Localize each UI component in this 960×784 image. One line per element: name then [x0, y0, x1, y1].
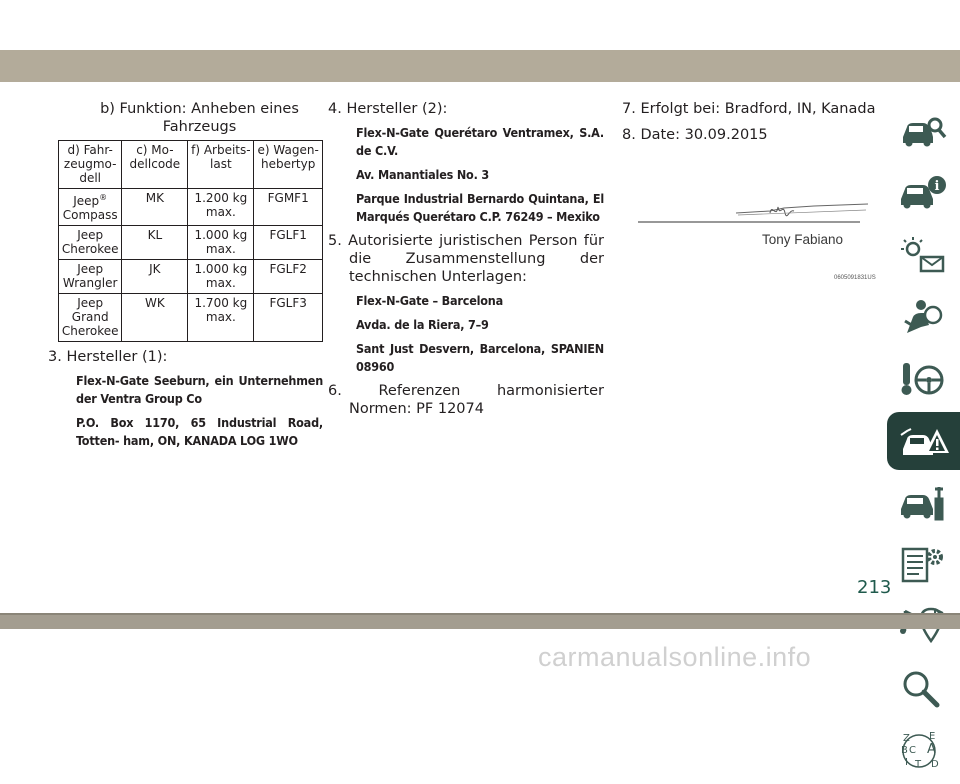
manufacturer-2-address: Parque Industrial Bernardo Quintana, El … [356, 191, 604, 224]
item-8: 8. Date: 30.09.2015 [622, 127, 768, 143]
tab-key-steering[interactable] [887, 350, 960, 408]
table-row: Jeep Grand Cherokee WK 1.700 kg max. FGL… [57, 293, 323, 342]
table-caption: b) Funktion: Anheben eines Fahrzeugs [100, 101, 299, 135]
search-icon [903, 671, 940, 708]
cell-load: 1.200 kg max. [187, 188, 255, 226]
chapter-tabs: i Z E B A C I T D [887, 102, 960, 784]
tab-car-wrench[interactable] [887, 474, 960, 532]
letter-c: C [909, 745, 916, 756]
table-header-row: d) Fahr- zeugmo- dell c) Mo- dellcode f)… [57, 140, 323, 189]
cell-code: KL [121, 225, 189, 260]
top-header-band [0, 50, 960, 82]
item-5-heading: 5. Autorisierte juristischen Person für … [328, 233, 604, 285]
item-7: 7. Erfolgt bei: Bradford, IN, Kanada [622, 101, 876, 117]
item-4-heading: 4. Hersteller (2): [328, 101, 448, 117]
tab-list-gear[interactable] [887, 536, 960, 594]
tab-alphabet-index[interactable]: Z E B A C I T D [887, 722, 960, 780]
tab-car-info[interactable]: i [887, 164, 960, 222]
airbag-person-icon [904, 300, 943, 333]
tab-airbag-person[interactable] [887, 288, 960, 346]
cell-model: Jeep Cherokee [57, 225, 123, 260]
legal-entity-street: Avda. de la Riera, 7–9 [356, 317, 489, 332]
manufacturer-1-address: P.O. Box 1170, 65 Industrial Road, Totte… [76, 415, 323, 448]
table-row: Jeep Wrangler JK 1.000 kg max. FGLF2 [57, 259, 323, 294]
key-steering-wheel-icon [901, 363, 944, 395]
header-load: f) Arbeits- last [187, 140, 255, 189]
svg-text:i: i [935, 179, 940, 194]
list-gear-icon [901, 547, 943, 583]
cell-code: WK [121, 293, 189, 342]
table-row: Jeep Cherokee KL 1.000 kg max. FGLF1 [57, 225, 323, 260]
letter-b: B [901, 745, 908, 756]
manufacturer-2-name: Flex-N-Gate Querétaro Ventramex, S.A. de… [356, 125, 604, 158]
car-wrench-icon [901, 487, 944, 521]
header-code: c) Mo- dellcode [121, 140, 189, 189]
cell-type: FGLF1 [253, 225, 323, 260]
cell-load: 1.000 kg max. [187, 225, 255, 260]
signature-code: 0605091831US [834, 275, 876, 281]
header-type: e) Wagen- hebertyp [253, 140, 323, 189]
manufacturer-2-street: Av. Manantiales No. 3 [356, 167, 489, 182]
cell-load: 1.000 kg max. [187, 259, 255, 294]
column-2: 4. Hersteller (2): Flex-N-Gate Querétaro… [328, 100, 604, 424]
watermark: carmanualsonline.info [538, 642, 812, 672]
car-hazard-icon [900, 428, 949, 455]
signature-block: Tony Fabiano 0605091831US [638, 195, 878, 290]
column-1: b) Funktion: Anheben eines Fahrzeugs d) … [48, 100, 323, 456]
legal-entity-name: Flex-N-Gate – Barcelona [356, 293, 504, 308]
table-row: Jeep® Compass MK 1.200 kg max. FGMF1 [57, 188, 323, 226]
cell-type: FGLF2 [253, 259, 323, 294]
cell-model: Jeep Wrangler [57, 259, 123, 294]
signature-name: Tony Fabiano [762, 232, 844, 247]
jack-spec-table: d) Fahr- zeugmo- dell c) Mo- dellcode f)… [57, 140, 323, 342]
cell-code: MK [121, 188, 189, 226]
signature-line [638, 203, 869, 223]
car-magnifier-icon [903, 117, 947, 147]
legal-entity-address: Sant Just Desvern, Barcelona, SPANIEN 08… [356, 341, 604, 374]
item-6-heading: 6. Referenzen harmonisierter Normen: PF … [328, 383, 604, 417]
letter-t: T [914, 759, 922, 770]
car-info-icon: i [901, 176, 946, 209]
page-number: 213 [857, 577, 892, 598]
cell-model: Jeep® Compass [57, 188, 123, 226]
cell-code: JK [121, 259, 189, 294]
cell-type: FGMF1 [253, 188, 323, 226]
bottom-footer-band [0, 613, 960, 629]
header-model: d) Fahr- zeugmo- dell [57, 140, 123, 189]
column-3: 7. Erfolgt bei: Bradford, IN, Kanada 8. … [622, 100, 876, 150]
tab-search[interactable] [887, 660, 960, 718]
alphabet-index-icon: Z E B A C I T D [901, 731, 939, 770]
tab-warning-lights[interactable] [887, 226, 960, 284]
manufacturer-1-name: Flex-N-Gate Seeburn, ein Unternehmen der… [76, 373, 323, 406]
tab-car-hazard[interactable] [887, 412, 960, 470]
cell-model: Jeep Grand Cherokee [57, 293, 123, 342]
cell-load: 1.700 kg max. [187, 293, 255, 342]
warning-lights-icon [901, 237, 945, 273]
cell-type: FGLF3 [253, 293, 323, 342]
item-3-heading: 3. Hersteller (1): [48, 349, 168, 365]
tab-car-magnifier[interactable] [887, 102, 960, 160]
